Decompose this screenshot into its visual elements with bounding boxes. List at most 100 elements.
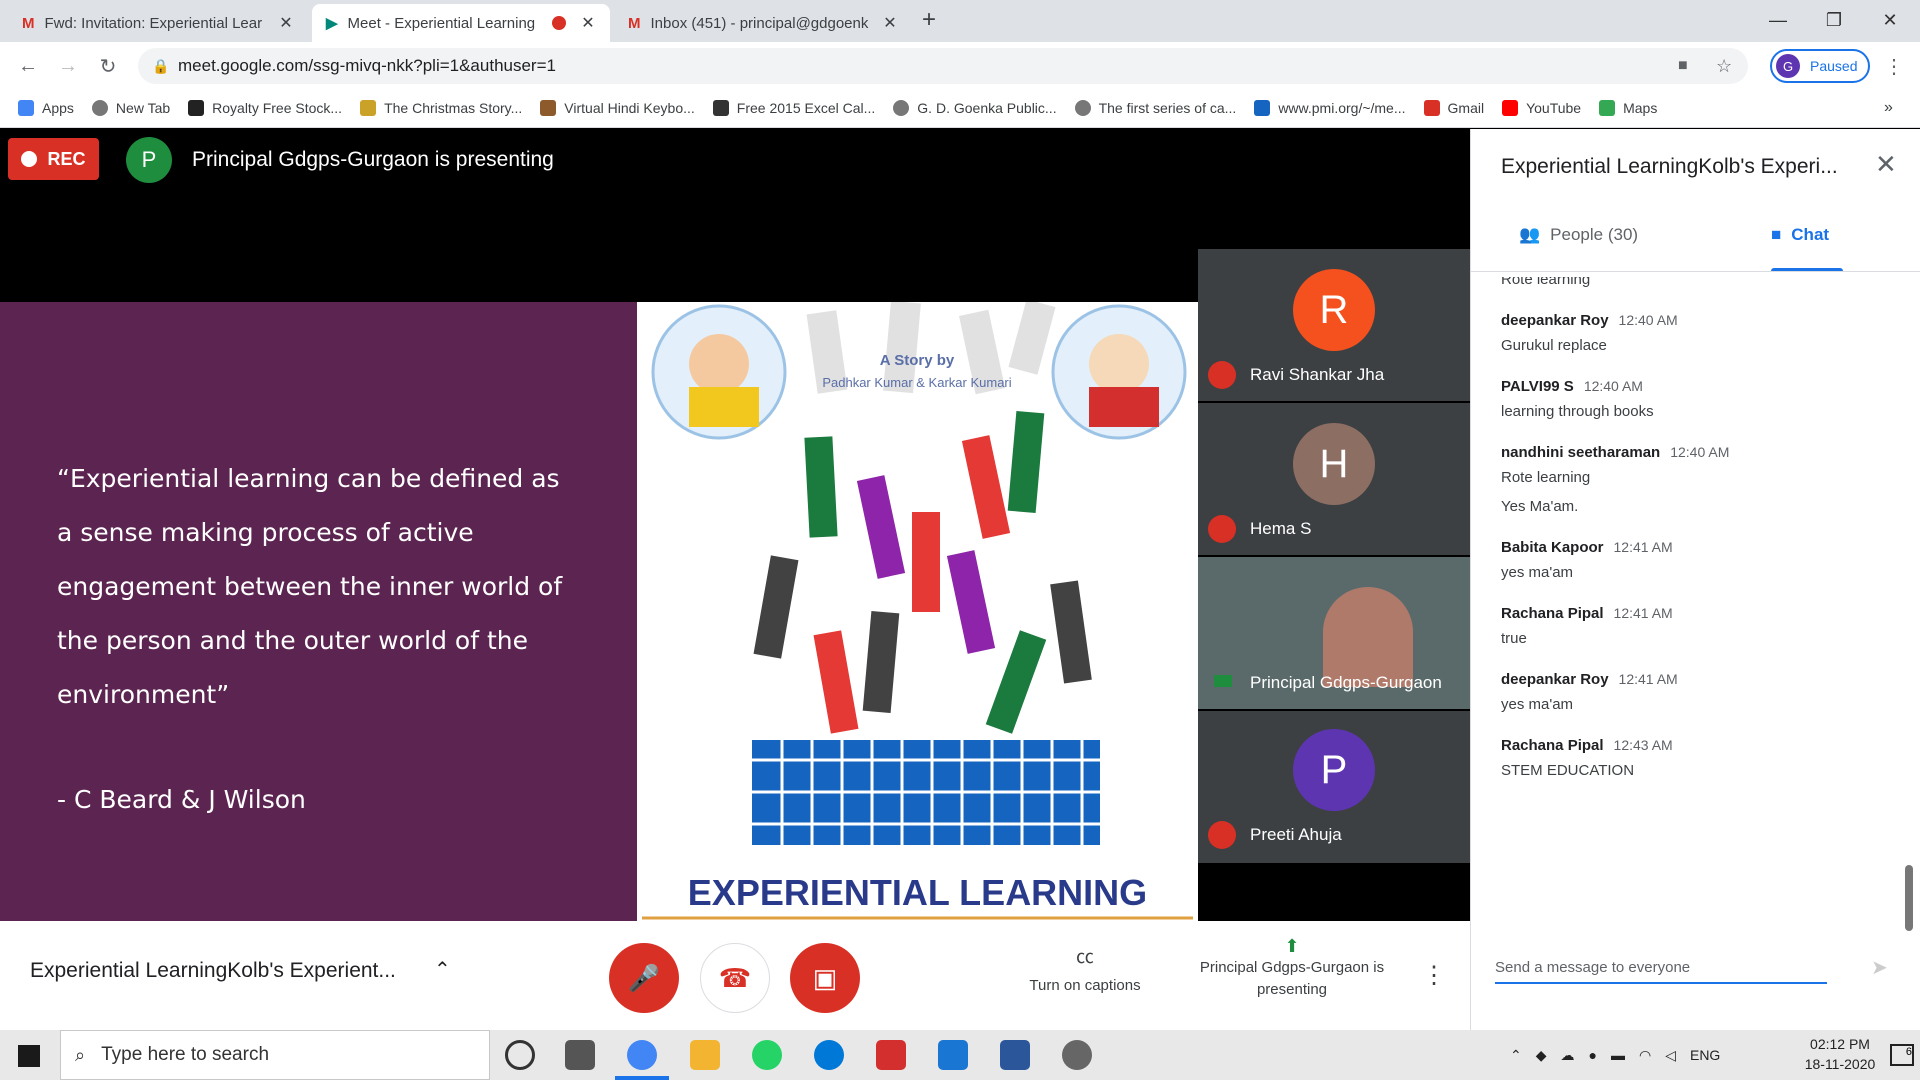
settings-gear-icon[interactable] — [1062, 1040, 1092, 1070]
edge-icon[interactable] — [814, 1040, 844, 1070]
gmail-icon — [1423, 99, 1440, 116]
tab-gmail-invitation[interactable]: M Fwd: Invitation: Experiential Lear ✕ — [8, 4, 308, 42]
chrome-icon[interactable] — [627, 1040, 657, 1070]
reload-button[interactable]: ↻ — [94, 52, 122, 80]
presenting-label: Principal Gdgps-Gurgaon is presenting — [1199, 959, 1385, 998]
chevron-up-icon[interactable]: ⌃ — [434, 957, 451, 982]
language-indicator[interactable]: ENG — [1690, 1047, 1720, 1063]
bookmark-royalty-free[interactable]: Royalty Free Stock... — [188, 99, 342, 116]
menu-icon[interactable]: ⋮ — [1880, 52, 1908, 80]
file-explorer-icon[interactable] — [690, 1040, 720, 1070]
avatar: R — [1293, 269, 1375, 351]
bookmark-christmas-story[interactable]: The Christmas Story... — [360, 99, 522, 116]
meet-app: REC P Principal Gdgps-Gurgaon is present… — [0, 129, 1920, 1030]
back-button[interactable]: ← — [14, 52, 42, 80]
participant-tile[interactable]: R Ravi Shankar Jha — [1198, 249, 1470, 401]
tab-people[interactable]: 👥 People (30) — [1519, 225, 1638, 245]
bookmark-youtube[interactable]: YouTube — [1502, 99, 1581, 116]
chat-message: Rachana Pipal 12:41 AM true — [1501, 605, 1891, 647]
captions-button[interactable]: ㏄ Turn on captions — [1018, 943, 1152, 994]
bookmark-goenka[interactable]: G. D. Goenka Public... — [893, 99, 1057, 116]
taskbar-clock[interactable]: 02:12 PM 18-11-2020 — [1795, 1034, 1885, 1074]
forward-button[interactable]: → — [54, 52, 82, 80]
bookmark-first-series[interactable]: The first series of ca... — [1074, 99, 1236, 116]
word-icon[interactable] — [1000, 1040, 1030, 1070]
task-view-icon[interactable] — [565, 1040, 595, 1070]
app-k-icon[interactable] — [938, 1040, 968, 1070]
message-text: Gurukul replace — [1501, 337, 1607, 354]
chevron-up-icon[interactable]: ⌃ — [1510, 1047, 1522, 1064]
chat-messages: Rote learning deepankar Roy 12:40 AM Guruk… — [1501, 277, 1891, 917]
close-tab-icon[interactable]: ✕ — [882, 13, 898, 33]
participant-video-tile[interactable]: Principal Gdgps-Gurgaon — [1198, 557, 1470, 709]
wifi-icon[interactable]: ◠ — [1639, 1047, 1651, 1064]
chat-message: Rachana Pipal 12:43 AM STEM EDUCATION — [1501, 737, 1891, 779]
windows-start-icon[interactable] — [18, 1045, 40, 1067]
browser-tab-strip: M Fwd: Invitation: Experiential Lear ✕ ▶… — [0, 0, 1920, 42]
tab-inbox[interactable]: M Inbox (451) - principal@gdgoenk ✕ — [614, 4, 912, 42]
chat-scrollbar[interactable] — [1905, 865, 1913, 931]
onedrive-icon[interactable]: ☁ — [1561, 1047, 1575, 1064]
new-tab-button[interactable]: + — [922, 6, 936, 34]
youtube-icon — [1502, 99, 1519, 116]
profile-button[interactable]: G Paused — [1770, 49, 1870, 83]
chat-message-input[interactable]: Send a message to everyone — [1495, 959, 1827, 984]
camera-toggle-button[interactable]: ▣ — [790, 943, 860, 1013]
bookmark-star-icon[interactable]: ☆ — [1716, 56, 1732, 77]
participant-tile[interactable]: H Hema S — [1198, 403, 1470, 555]
search-placeholder: Type here to search — [101, 1044, 270, 1065]
close-tab-icon[interactable]: ✕ — [278, 13, 294, 33]
bookmark-gmail[interactable]: Gmail — [1423, 99, 1484, 116]
meeting-title[interactable]: Experiential LearningKolb's Experient... — [30, 959, 396, 983]
leave-call-button[interactable]: ☎ — [700, 943, 770, 1013]
globe-icon — [1074, 99, 1091, 116]
send-icon[interactable]: ➤ — [1871, 955, 1888, 980]
close-icon[interactable]: ✕ — [1875, 149, 1897, 180]
page-icon — [360, 99, 377, 116]
message-sender: Babita Kapoor — [1501, 539, 1604, 556]
close-tab-icon[interactable]: ✕ — [580, 13, 596, 33]
minimize-button[interactable]: — — [1750, 0, 1806, 40]
more-options-icon[interactable]: ⋮ — [1422, 961, 1446, 990]
message-sender: Rachana Pipal — [1501, 737, 1604, 754]
acrobat-icon[interactable] — [876, 1040, 906, 1070]
message-text: learning through books — [1501, 403, 1654, 420]
address-bar[interactable]: 🔒 meet.google.com/ssg-mivq-nkk?pli=1&aut… — [138, 48, 1748, 84]
participant-tile[interactable]: P Preeti Ahuja — [1198, 711, 1470, 863]
whatsapp-icon[interactable] — [752, 1040, 782, 1070]
restore-button[interactable]: ❐ — [1806, 0, 1862, 40]
bookmark-maps[interactable]: Maps — [1599, 99, 1657, 116]
tab-title: Fwd: Invitation: Experiential Lear — [44, 14, 263, 32]
message-sender: nandhini seetharaman — [1501, 444, 1661, 461]
taskbar-search[interactable]: ⌕ Type here to search — [60, 1030, 490, 1080]
present-screen-icon: ⬆ — [1284, 936, 1300, 956]
mic-toggle-button[interactable]: 🎤 — [609, 943, 679, 1013]
camera-icon[interactable]: ■ — [1678, 57, 1688, 75]
participant-tiles: R Ravi Shankar Jha H Hema S Principal Gd… — [1198, 249, 1470, 869]
presenting-button[interactable]: ⬆ Principal Gdgps-Gurgaon is presenting — [1188, 935, 1396, 1001]
microphone-icon[interactable]: ● — [1589, 1047, 1597, 1063]
chat-message: nandhini seetharaman 12:40 AM Rote learnin… — [1501, 444, 1891, 486]
volume-icon[interactable]: ◁ — [1665, 1047, 1676, 1064]
bookmark-excel-calendar[interactable]: Free 2015 Excel Cal... — [712, 99, 875, 116]
meet-icon: ▶ — [326, 15, 338, 32]
message-text: Yes Ma'am. — [1501, 498, 1579, 515]
participant-name: Principal Gdgps-Gurgaon — [1250, 673, 1442, 692]
more-bookmarks-icon[interactable]: » — [1884, 99, 1893, 117]
battery-icon[interactable]: ▬ — [1611, 1047, 1625, 1063]
avatar: G — [1776, 54, 1800, 78]
slide-quote: “Experiential learning can be defined as… — [57, 464, 563, 709]
tab-meet[interactable]: ▶ Meet - Experiential Learning ✕ — [312, 4, 610, 42]
dropbox-icon[interactable]: ◆ — [1536, 1047, 1547, 1064]
close-window-button[interactable]: ✕ — [1862, 0, 1918, 40]
cortana-icon[interactable] — [505, 1040, 535, 1070]
notification-center-icon[interactable]: 6 — [1890, 1044, 1914, 1066]
message-text: yes ma'am — [1501, 564, 1574, 581]
bookmark-hindi-keyboard[interactable]: Virtual Hindi Keybo... — [540, 99, 695, 116]
tab-chat[interactable]: ■ Chat — [1771, 225, 1829, 245]
bookmark-pmi[interactable]: www.pmi.org/~/me... — [1254, 99, 1406, 116]
books-illustration — [642, 302, 1193, 920]
bookmark-apps[interactable]: Apps — [18, 99, 74, 116]
bookmark-new-tab[interactable]: New Tab — [91, 99, 170, 116]
clock-date: 18-11-2020 — [1804, 1056, 1876, 1072]
